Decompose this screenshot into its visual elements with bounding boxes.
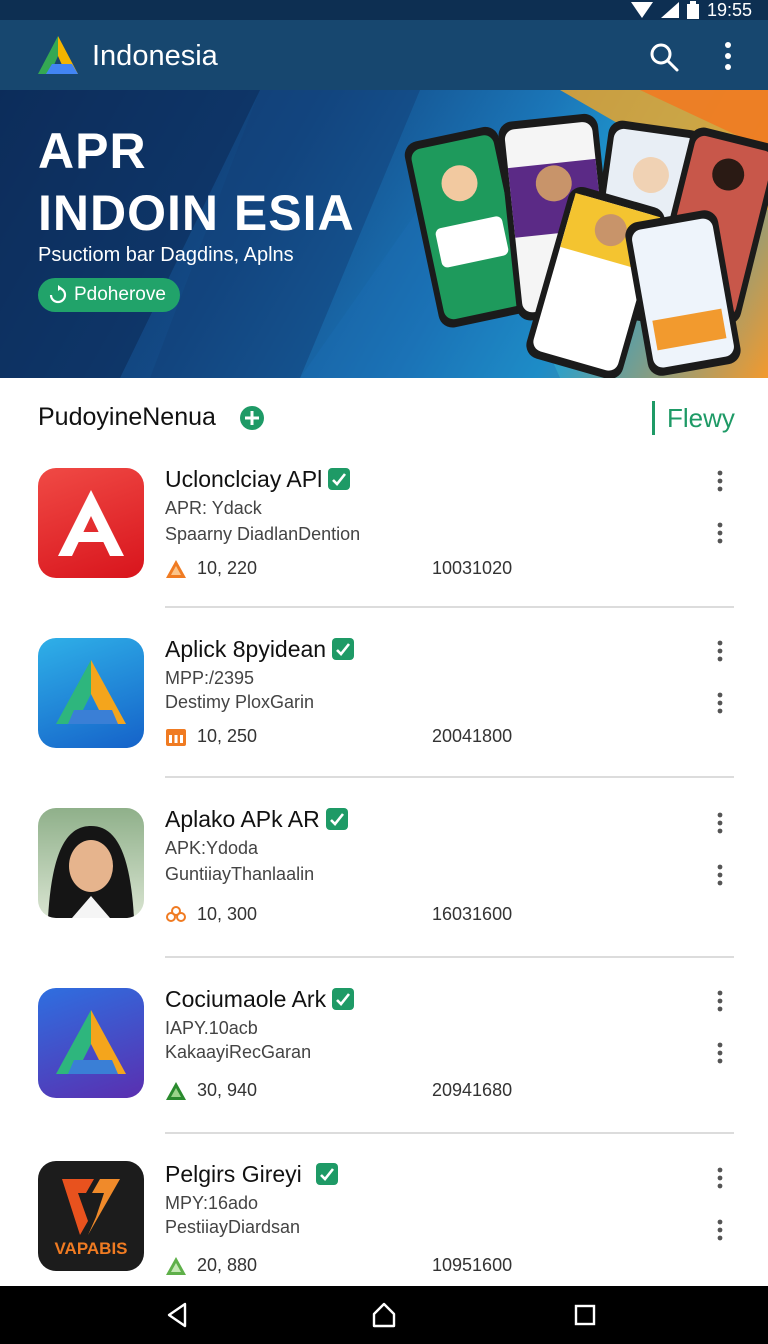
app-downloads: 20041800 [432, 726, 513, 746]
more-vert-icon[interactable] [712, 1219, 728, 1241]
rating-value: 10, 250 [197, 726, 258, 746]
more-vert-icon[interactable] [716, 40, 740, 72]
app-description: KakaayiRecGaran [165, 1042, 312, 1062]
more-vert-icon[interactable] [712, 812, 728, 834]
vapabis-logo-icon: VAPABIS [38, 1161, 144, 1271]
more-vert-icon[interactable] [712, 522, 728, 544]
app-description: PestiiayDiardsan [165, 1217, 301, 1237]
recent-apps-icon[interactable] [574, 1304, 596, 1326]
app-downloads: 20941680 [432, 1080, 513, 1100]
section-link[interactable]: Flewy [652, 401, 735, 435]
app-name: Uclonclciay APl [165, 466, 351, 493]
hero-chip-button[interactable]: Pdoherove [38, 278, 180, 312]
app-title: Indonesia [92, 40, 218, 72]
app-rating: 10, 250 [165, 726, 257, 747]
verified-icon [332, 988, 355, 1010]
hero-chip-label: Pdoherove [74, 284, 166, 305]
app-name: Aplako APk AR [165, 806, 348, 833]
app-name-text: Aplick 8pyidean [165, 636, 327, 662]
rating-value: 10, 300 [197, 904, 258, 924]
app-bar: Indonesia [0, 20, 768, 90]
green-triangle-icon [166, 1081, 186, 1100]
navigation-bar [0, 1286, 768, 1344]
hero-subtitle: Psuctiom bar Dagdins, Aplns [38, 244, 294, 266]
hero-banner[interactable]: APR INDOIN ESIA Psuctiom bar Dagdins, Ap… [0, 90, 768, 378]
app-rating: 10, 220 [165, 558, 257, 579]
section-title: PudoyineNenua [38, 403, 216, 431]
hero-title: APR INDOIN ESIA [38, 120, 355, 244]
app-subtitle: IAPY.10acb [165, 1018, 258, 1038]
more-vert-icon[interactable] [712, 470, 728, 492]
phones-illustration [404, 113, 768, 378]
refresh-icon [49, 285, 67, 304]
home-icon[interactable] [372, 1302, 396, 1328]
divider [165, 956, 734, 958]
orange-triangle-icon [166, 559, 186, 578]
app-rating: 20, 880 [165, 1255, 257, 1276]
orange-store-icon [166, 728, 186, 746]
app-subtitle: APK:Ydoda [165, 838, 259, 858]
status-time: 19:55 [706, 0, 752, 20]
list-item[interactable]: Uclonclciay APl APR: Ydack Spaarny Diadl… [0, 460, 768, 630]
more-vert-icon[interactable] [712, 990, 728, 1012]
hero-title-line1: APR [38, 123, 147, 179]
app-rating: 30, 940 [165, 1080, 257, 1101]
app-name: Cociumaole Ark [165, 986, 355, 1013]
app-description: Spaarny DiadlanDention [165, 524, 361, 544]
green-triangle-icon [166, 1256, 186, 1275]
app-downloads: 10951600 [432, 1255, 513, 1275]
blue-a-logo-icon [38, 638, 144, 748]
verified-icon [325, 808, 348, 830]
rating-value: 10, 220 [197, 558, 258, 578]
app-downloads: 10031020 [432, 558, 513, 578]
status-bar: 19:55 [0, 0, 768, 20]
app-subtitle: APR: Ydack [165, 498, 262, 518]
more-vert-icon[interactable] [712, 692, 728, 714]
vapabis-text: VAPABIS [54, 1239, 127, 1258]
app-name: Pelgirs Gireyi [165, 1161, 338, 1188]
verified-icon [328, 468, 351, 490]
rating-value: 30, 940 [197, 1080, 258, 1100]
search-icon[interactable] [648, 41, 680, 73]
app-subtitle: MPY:16ado [165, 1193, 259, 1213]
person-photo-icon [38, 808, 144, 918]
app-name-text: Aplako APk AR [165, 806, 320, 832]
app-description: GuntiiayThanlaalin [165, 864, 315, 884]
app-logo-icon [38, 36, 78, 74]
app-name: Aplick 8pyidean [165, 636, 355, 663]
app-name-text: Pelgirs Gireyi [165, 1161, 302, 1187]
list-item[interactable]: Aplick 8pyidean MPP:/2395 Destimy PloxGa… [0, 630, 768, 800]
divider [165, 606, 734, 608]
app-rating: 10, 300 [165, 904, 257, 925]
list-item[interactable]: VAPABIS Pelgirs Gireyi MPY:16ado Pestiia… [0, 1155, 768, 1286]
app-name-text: Cociumaole Ark [165, 986, 327, 1012]
app-description: Destimy PloxGarin [165, 692, 315, 712]
wifi-icon [630, 2, 653, 18]
more-vert-icon[interactable] [712, 640, 728, 662]
divider [165, 1132, 734, 1134]
red-a-logo-icon [38, 468, 144, 578]
back-icon[interactable] [165, 1302, 189, 1328]
orange-flower-icon [166, 905, 186, 922]
app-downloads: 16031600 [432, 904, 513, 924]
more-vert-icon[interactable] [712, 1042, 728, 1064]
app-subtitle: MPP:/2395 [165, 668, 255, 688]
verified-icon [332, 638, 355, 660]
hero-title-line2: INDOIN ESIA [38, 185, 355, 241]
purple-a-logo-icon [38, 988, 144, 1098]
more-vert-icon[interactable] [712, 864, 728, 886]
list-item[interactable]: Aplako APk AR APK:Ydoda GuntiiayThanlaal… [0, 800, 768, 970]
battery-icon [686, 1, 699, 19]
verified-icon [315, 1163, 338, 1185]
app-name-text: Uclonclciay APl [165, 466, 323, 492]
divider [165, 776, 734, 778]
rating-value: 20, 880 [197, 1255, 258, 1275]
signal-icon [660, 2, 679, 18]
list-item[interactable]: Cociumaole Ark IAPY.10acb KakaayiRecGara… [0, 980, 768, 1150]
add-circle-icon[interactable] [240, 406, 264, 430]
more-vert-icon[interactable] [712, 1167, 728, 1189]
